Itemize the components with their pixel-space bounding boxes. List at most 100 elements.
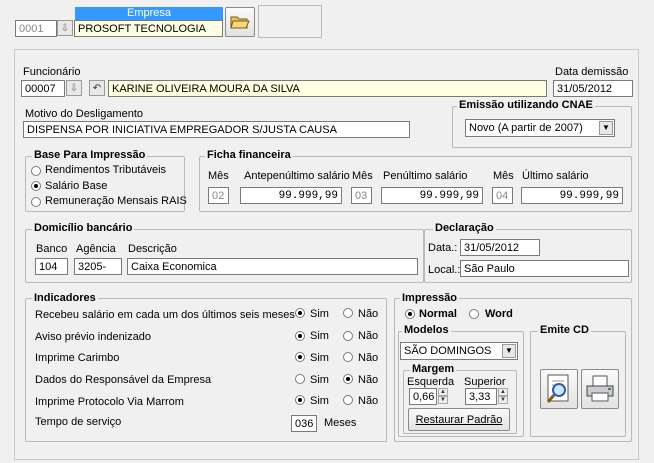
- indicador-row-sim-label: Sim: [310, 395, 329, 407]
- indicador-row-label: Imprime Carimbo: [35, 352, 120, 364]
- empresa-header: Empresa: [75, 7, 223, 20]
- descricao-field[interactable]: Caixa Economica: [127, 258, 418, 275]
- spin-up-icon[interactable]: ▲: [498, 388, 508, 396]
- indicador-row-sim-label: Sim: [310, 330, 329, 342]
- descricao-label: Descrição: [128, 243, 177, 255]
- superior-field[interactable]: 3,33: [465, 388, 497, 405]
- indicador-row-sim-label: Sim: [310, 352, 329, 364]
- indicador-row-nao-radio[interactable]: [343, 331, 353, 341]
- superior-label: Superior: [464, 376, 506, 388]
- open-folder-button[interactable]: [225, 7, 255, 37]
- ficha-antepenultimo-label: Antepenúltimo salário: [244, 170, 350, 182]
- empresa-code-field[interactable]: 0001: [15, 20, 57, 37]
- banco-label: Banco: [36, 243, 68, 255]
- agencia-label: Agência: [76, 243, 116, 255]
- indicador-row-sim-radio[interactable]: [295, 331, 305, 341]
- impressao-normal-radio[interactable]: [405, 309, 415, 319]
- cnae-title: Emissão utilizando CNAE: [457, 99, 595, 111]
- impressao-word-radio[interactable]: [469, 309, 479, 319]
- data-demissao-field[interactable]: 31/05/2012: [553, 80, 633, 97]
- cnae-select[interactable]: Novo (A partir de 2007) ▼: [465, 119, 615, 137]
- tempo-servico-field[interactable]: 036: [291, 415, 317, 432]
- chevron-down-icon[interactable]: ▼: [599, 121, 613, 135]
- spin-down-icon[interactable]: ▼: [438, 396, 448, 404]
- ficha-ultimo-field[interactable]: 99.999,99: [521, 187, 623, 204]
- indicador-row-nao-label: Não: [358, 395, 379, 407]
- funcionario-lookup-button[interactable]: ⇩: [66, 80, 82, 96]
- base-rendimentos-radio[interactable]: [31, 166, 41, 176]
- esquerda-spinner[interactable]: ▲ ▼: [438, 388, 448, 405]
- agencia-field[interactable]: 3205-: [74, 258, 122, 275]
- printer-icon: [586, 375, 614, 402]
- preview-button[interactable]: [540, 369, 578, 409]
- indicador-row-nao-radio[interactable]: [343, 395, 353, 405]
- print-button[interactable]: [581, 369, 619, 409]
- chevron-down-icon[interactable]: ▼: [502, 344, 516, 358]
- download-arrow-icon: ⇩: [69, 82, 79, 94]
- declaracao-data-field[interactable]: 31/05/2012: [460, 239, 540, 256]
- spin-down-icon[interactable]: ▼: [498, 396, 508, 404]
- ficha-mes1-field[interactable]: 02: [208, 187, 229, 204]
- indicador-row-nao-radio[interactable]: [343, 308, 353, 318]
- undo-icon: ↶: [92, 82, 102, 94]
- indicador-row-nao-label: Não: [358, 352, 379, 364]
- base-salario-label: Salário Base: [45, 180, 108, 192]
- ficha-mes2-field[interactable]: 03: [351, 187, 372, 204]
- indicador-row-sim-radio[interactable]: [295, 374, 305, 384]
- empresa-lookup-button[interactable]: ⇩: [57, 20, 73, 36]
- esquerda-field[interactable]: 0,66: [409, 388, 437, 405]
- funcionario-undo-button[interactable]: ↶: [89, 80, 105, 96]
- indicador-row-sim-radio[interactable]: [295, 308, 305, 318]
- indicador-row-label: Dados do Responsável da Empresa: [35, 374, 212, 386]
- restaurar-padrao-button[interactable]: Restaurar Padrão: [408, 408, 510, 431]
- funcionario-code-field[interactable]: 00007: [21, 80, 65, 97]
- indicador-row-label: Imprime Protocolo Via Marrom: [35, 396, 184, 408]
- funcionario-name-field: KARINE OLIVEIRA MOURA DA SILVA: [108, 80, 547, 97]
- indicadores-title: Indicadores: [32, 292, 98, 304]
- indicador-row-sim-radio[interactable]: [295, 352, 305, 362]
- ficha-mes3-field[interactable]: 04: [492, 187, 513, 204]
- motivo-field[interactable]: DISPENSA POR INICIATIVA EMPREGADOR S/JUS…: [23, 121, 410, 138]
- tempo-servico-label: Tempo de serviço: [35, 416, 122, 428]
- superior-spinner[interactable]: ▲ ▼: [498, 388, 508, 405]
- ficha-penultimo-label: Penúltimo salário: [383, 170, 468, 182]
- declaracao-title: Declaração: [433, 222, 496, 234]
- indicador-row-sim-radio[interactable]: [295, 395, 305, 405]
- indicador-row-nao-label: Não: [358, 330, 379, 342]
- declaracao-data-label: Data.:: [428, 242, 458, 254]
- motivo-label: Motivo do Desligamento: [25, 108, 144, 120]
- indicador-row-label: Recebeu salário em cada um dos últimos s…: [35, 309, 295, 321]
- banco-field[interactable]: 104: [35, 258, 68, 275]
- declaracao-local-field[interactable]: São Paulo: [460, 260, 629, 277]
- ficha-penultimo-field[interactable]: 99.999,99: [381, 187, 483, 204]
- indicador-row-nao-radio[interactable]: [343, 352, 353, 362]
- empty-panel: [258, 5, 322, 38]
- ficha-title: Ficha financeira: [205, 149, 293, 161]
- base-rais-radio[interactable]: [31, 197, 41, 207]
- folder-open-icon: [230, 16, 250, 29]
- ficha-mes1-label: Mês: [208, 170, 229, 182]
- ficha-antepenultimo-field[interactable]: 99.999,99: [240, 187, 342, 204]
- data-demissao-label: Data demissão: [555, 66, 629, 78]
- declaracao-local-label: Local.:: [428, 264, 461, 276]
- print-preview-icon: [546, 374, 569, 403]
- indicador-row-label: Aviso prévio indenizado: [35, 331, 151, 343]
- ficha-mes2-label: Mês: [352, 170, 373, 182]
- impressao-word-label: Word: [485, 308, 513, 320]
- base-rendimentos-label: Rendimentos Tributáveis: [45, 164, 167, 176]
- impressao-normal-label: Normal: [419, 308, 457, 320]
- indicador-row-nao-label: Não: [358, 374, 379, 386]
- base-salario-radio[interactable]: [31, 181, 41, 191]
- base-rais-label: Remuneração Mensais RAIS: [45, 195, 187, 207]
- download-arrow-icon: ⇩: [60, 22, 70, 34]
- indicador-row-nao-radio[interactable]: [343, 374, 353, 384]
- domicilio-title: Domicílio bancário: [32, 222, 135, 234]
- cnae-selected-value: Novo (A partir de 2007): [469, 122, 583, 134]
- spin-up-icon[interactable]: ▲: [438, 388, 448, 396]
- modelo-select[interactable]: SÃO DOMINGOS ▼: [400, 342, 518, 360]
- esquerda-label: Esquerda: [407, 376, 455, 388]
- ficha-mes3-label: Mês: [493, 170, 514, 182]
- tempo-servico-unit: Meses: [324, 417, 357, 429]
- indicador-row-nao-label: Não: [358, 308, 379, 320]
- empresa-name-field: PROSOFT TECNOLOGIA: [74, 20, 223, 37]
